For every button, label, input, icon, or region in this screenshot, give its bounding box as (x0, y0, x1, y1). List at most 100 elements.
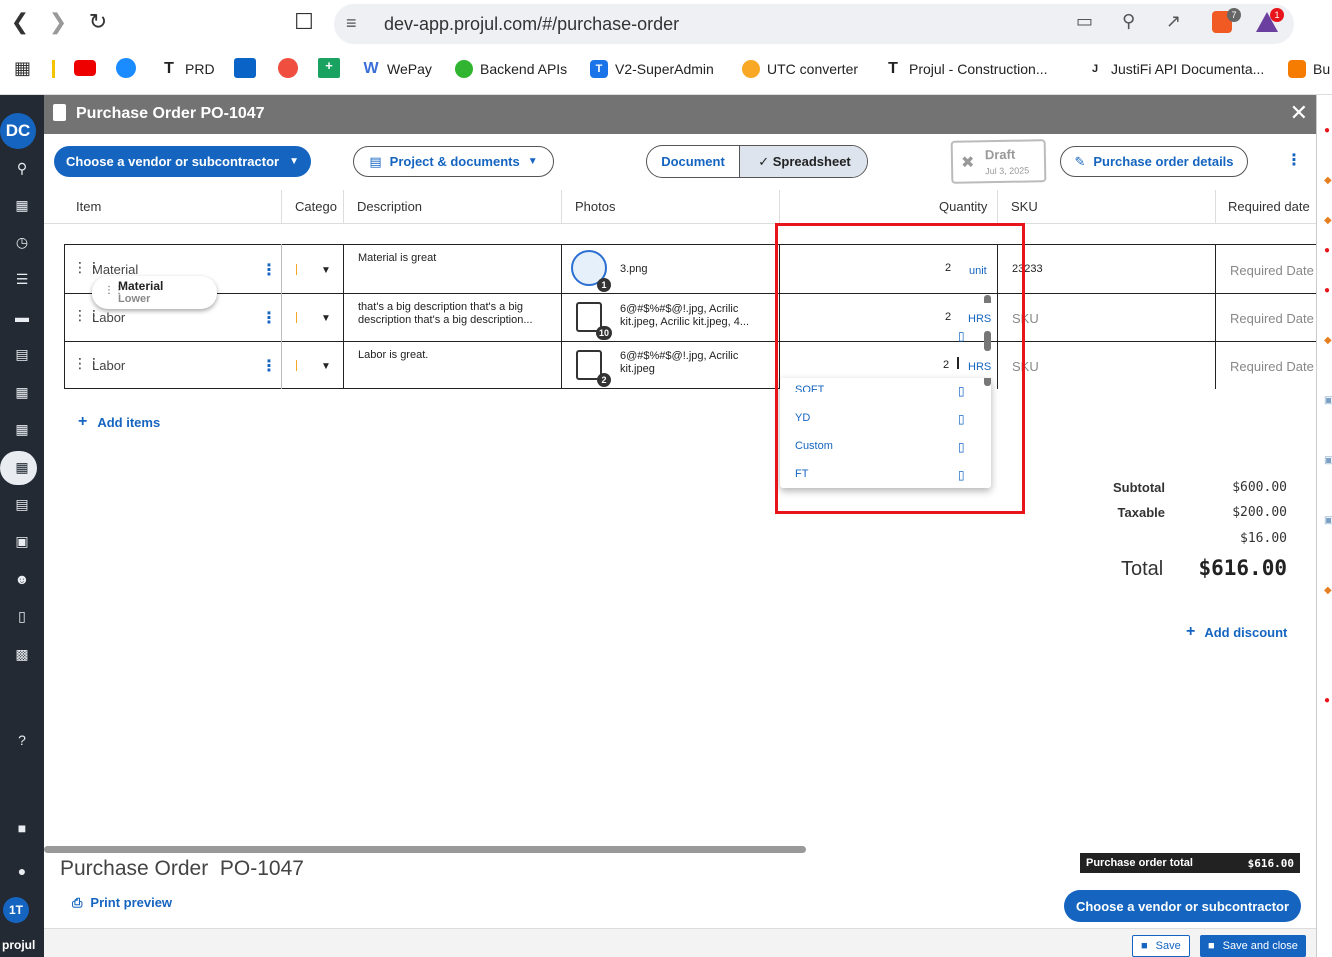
back-icon[interactable]: ❮ (6, 8, 34, 36)
reports-icon[interactable]: ▩ (7, 643, 37, 665)
photo-names[interactable]: 6@#$%#$@!.jpg, Acrilic kit.jpeg, Acrilic… (620, 303, 760, 329)
error-icon: ● (1324, 695, 1331, 706)
reload-icon[interactable]: ↻ (84, 8, 112, 36)
devtools-strip: ● ◆ ◆ ● ● ◆ ▣ ▣ ▣ ◆ ● (1316, 95, 1332, 957)
check-icon: ✓ (758, 154, 770, 169)
description-text[interactable]: that's a big description that's a big de… (358, 301, 550, 327)
error-icon: ● (1324, 245, 1331, 256)
header-photos: Photos (575, 199, 616, 214)
truck-icon[interactable]: ▬ (7, 306, 37, 328)
required-date[interactable]: Required Date (1230, 311, 1314, 326)
zoom-icon[interactable]: ⚲ (1122, 11, 1135, 32)
search-icon[interactable]: ⚲ (7, 157, 37, 179)
category-caret-icon[interactable]: ▼ (321, 313, 331, 324)
document-icon (53, 104, 66, 121)
tab-spreadsheet[interactable]: ✓ Spreadsheet (739, 146, 867, 177)
row-menu-icon[interactable]: ⋮ (261, 308, 277, 328)
youtube-icon[interactable] (74, 60, 96, 76)
share-icon[interactable]: ↗ (1166, 11, 1181, 32)
row-border (64, 293, 1316, 294)
bell-icon[interactable]: ● (7, 860, 37, 882)
taxable-label: Taxable (1117, 505, 1165, 520)
col-border (343, 244, 344, 389)
modal-header: Purchase Order PO-1047 ✕ (44, 95, 1316, 134)
required-date[interactable]: Required Date (1230, 263, 1314, 278)
bookmark-bu[interactable]: Bu (1288, 58, 1330, 80)
tab-document[interactable]: Document (647, 146, 739, 177)
calendar-icon[interactable]: ▤ (7, 493, 37, 515)
map-icon[interactable]: ▯ (7, 605, 37, 627)
project-documents-button[interactable]: ▤ Project & documents ▼ (353, 146, 554, 177)
sheets-icon[interactable]: + (318, 58, 340, 78)
photos-icon[interactable]: ▣ (7, 530, 37, 552)
photo-count-badge: 10 (596, 326, 612, 340)
print-preview-button[interactable]: ⎙ Print preview (72, 895, 172, 911)
photo-names[interactable]: 3.png (620, 263, 648, 276)
edge-icon[interactable] (116, 58, 136, 78)
item-name[interactable]: Labor (92, 358, 125, 373)
more-menu-icon[interactable]: ⋮ (1286, 150, 1302, 170)
outlook-icon[interactable] (234, 58, 256, 78)
close-icon[interactable]: ✕ (1290, 100, 1308, 126)
required-date[interactable]: Required Date (1230, 359, 1314, 374)
bookmark-prd[interactable]: T PRD (160, 58, 214, 80)
site-settings-icon[interactable]: ≡ (346, 13, 357, 34)
install-icon[interactable]: ▭ (1076, 11, 1093, 32)
purchase-order-details-button[interactable]: ✎ Purchase order details (1060, 146, 1248, 177)
item-name[interactable]: Labor (92, 310, 125, 325)
folder-icon: ▤ (369, 153, 382, 169)
warning-icon: ◆ (1324, 175, 1332, 186)
photo-names[interactable]: 6@#$%#$@!.jpg, Acrilic kit.jpeg (620, 350, 760, 376)
category-caret-icon[interactable]: ▼ (321, 265, 331, 276)
bookmark-justifi[interactable]: J JustiFi API Documenta... (1086, 58, 1264, 80)
gift-icon[interactable]: ■ (7, 817, 37, 839)
save-and-close-button[interactable]: ■ Save and close (1200, 935, 1306, 957)
description-text[interactable]: Labor is great. (358, 349, 428, 362)
description-text[interactable]: Material is great (358, 252, 553, 265)
category-cursor (296, 264, 297, 275)
drag-chip: ⋮⋮ Material Lower (92, 276, 217, 309)
print-icon: ⎙ (72, 895, 83, 910)
checklist-icon[interactable]: ☰ (7, 268, 37, 290)
justifi-icon: J (1091, 63, 1099, 75)
document-icon[interactable]: ▦ (7, 381, 37, 403)
invoice-icon[interactable]: ▦ (7, 418, 37, 440)
url-text[interactable]: dev-app.projul.com/#/purchase-order (384, 14, 679, 35)
col-border (1215, 244, 1216, 389)
wepay-icon: W (363, 60, 379, 77)
image-icon: ▣ (1324, 455, 1332, 466)
bookmark-superadmin[interactable]: T V2-SuperAdmin (590, 58, 714, 80)
bookmark-icon[interactable]: ☐ (290, 8, 318, 36)
add-items-button[interactable]: + Add items (78, 414, 160, 431)
add-discount-button[interactable]: + Add discount (1186, 624, 1287, 641)
choose-vendor-button[interactable]: Choose a vendor or subcontractor ▼ (54, 146, 311, 177)
bookmark-wepay[interactable]: W WePay (362, 58, 431, 80)
users-icon[interactable]: ☻ (7, 568, 37, 590)
draft-stamp: ✖ Draft Jul 3, 2025 (950, 139, 1047, 184)
address-bar[interactable]: ≡ dev-app.projul.com/#/purchase-order (334, 4, 1294, 44)
bookmark-backend-apis[interactable]: Backend APIs (455, 58, 567, 80)
footer-choose-vendor-button[interactable]: Choose a vendor or subcontractor (1064, 890, 1301, 922)
save-button[interactable]: ■ Save (1132, 935, 1190, 957)
row-menu-icon[interactable]: ⋮ (261, 356, 277, 376)
forward-icon[interactable]: ❯ (44, 8, 72, 36)
bookmark-utc[interactable]: UTC converter (742, 58, 858, 80)
folder-icon[interactable]: ▤ (7, 343, 37, 365)
category-caret-icon[interactable]: ▼ (321, 361, 331, 372)
company-logo[interactable]: DC (0, 113, 36, 149)
clock-icon[interactable]: ◷ (7, 231, 37, 253)
photo-count-badge: 2 (597, 373, 611, 387)
dashboard-icon[interactable]: ▦ (7, 194, 37, 216)
item-name[interactable]: Material (92, 262, 138, 277)
brand-logo: projul (2, 938, 36, 952)
bookmark-projul[interactable]: T Projul - Construction... (884, 58, 1047, 80)
help-icon[interactable]: ? (7, 729, 37, 751)
image-icon: ▣ (1324, 515, 1332, 526)
postman-icon[interactable] (278, 58, 298, 78)
edit-icon: ✎ (1074, 153, 1086, 169)
apps-icon[interactable]: ▦ (14, 58, 31, 79)
user-avatar[interactable]: 1T (3, 897, 29, 923)
horizontal-scrollbar[interactable] (44, 846, 806, 853)
row-menu-icon[interactable]: ⋮ (261, 260, 277, 280)
highlight-box (775, 223, 1025, 514)
